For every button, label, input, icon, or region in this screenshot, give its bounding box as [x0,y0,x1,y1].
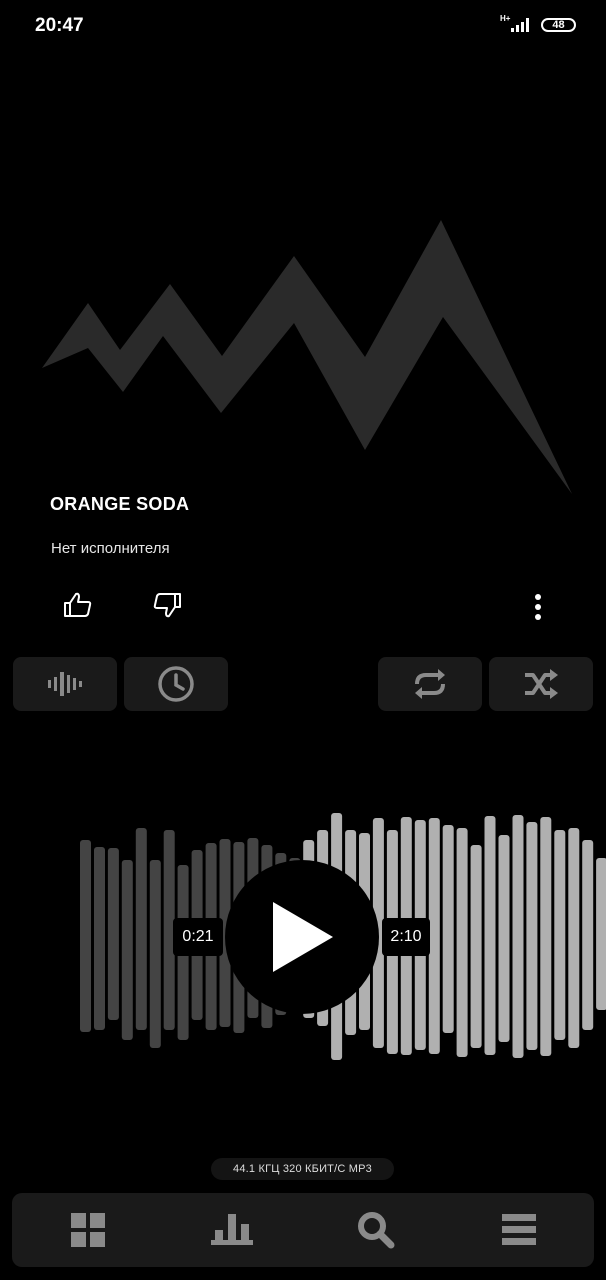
sleep-timer-button[interactable] [124,657,228,711]
status-bar: 20:47 H+ 48 [0,0,606,52]
waveform-bar [596,858,606,1010]
shuffle-button[interactable] [489,657,593,711]
waveform-bar [470,845,482,1048]
play-icon [273,902,333,972]
waveform-bar [107,848,119,1020]
album-art-shape [42,220,572,494]
waveform-bar [121,860,133,1040]
track-title: ORANGE SODA [50,494,190,514]
bar-chart-icon [211,1214,253,1245]
thumbs-down-icon [153,593,181,618]
network-type-label: H+ [500,14,511,23]
waveform-bar [540,817,552,1056]
shuffle-icon [525,669,558,699]
waveform-bar [456,828,468,1057]
dislike-button[interactable] [147,585,187,625]
total-duration: 2:10 [382,918,430,956]
grid-icon [71,1213,105,1247]
waveform-bar [80,840,91,1032]
more-options-button[interactable] [522,588,554,626]
repeat-button[interactable] [378,657,482,711]
audio-format-info: 44.1 КГЦ 320 КБИТ/С MP3 [211,1158,394,1180]
more-vertical-icon [535,594,541,620]
battery-indicator: 48 [541,18,576,32]
waveform-bar [484,816,496,1055]
clock-icon [158,666,194,702]
signal-strength-icon [511,18,529,32]
like-button[interactable] [58,585,98,625]
nav-library[interactable] [48,1193,128,1267]
waveform-bar [582,840,594,1030]
waveform-bar [428,818,440,1054]
menu-icon [502,1214,536,1245]
waveform-bar [135,828,147,1030]
waveform-bar [512,815,524,1058]
nav-charts[interactable] [192,1193,272,1267]
visualizer-button[interactable] [13,657,117,711]
repeat-icon [415,669,445,699]
track-artist[interactable]: Нет исполнителя [51,540,170,557]
waveform-bar [498,835,510,1042]
play-button[interactable] [225,860,379,1014]
waveform-bar [94,847,105,1030]
album-art [42,220,572,494]
waveform-bar [568,828,580,1048]
status-time: 20:47 [35,15,84,36]
waveform-bar [442,825,454,1033]
waveform-bar [526,822,538,1050]
bottom-navigation [12,1193,594,1267]
nav-menu[interactable] [479,1193,559,1267]
search-icon [358,1212,395,1249]
elapsed-time: 0:21 [173,918,223,956]
thumbs-up-icon [64,592,92,617]
waveform-bar [554,830,566,1040]
waveform-icon [48,672,82,696]
nav-search[interactable] [336,1193,416,1267]
waveform-bar [149,860,161,1048]
